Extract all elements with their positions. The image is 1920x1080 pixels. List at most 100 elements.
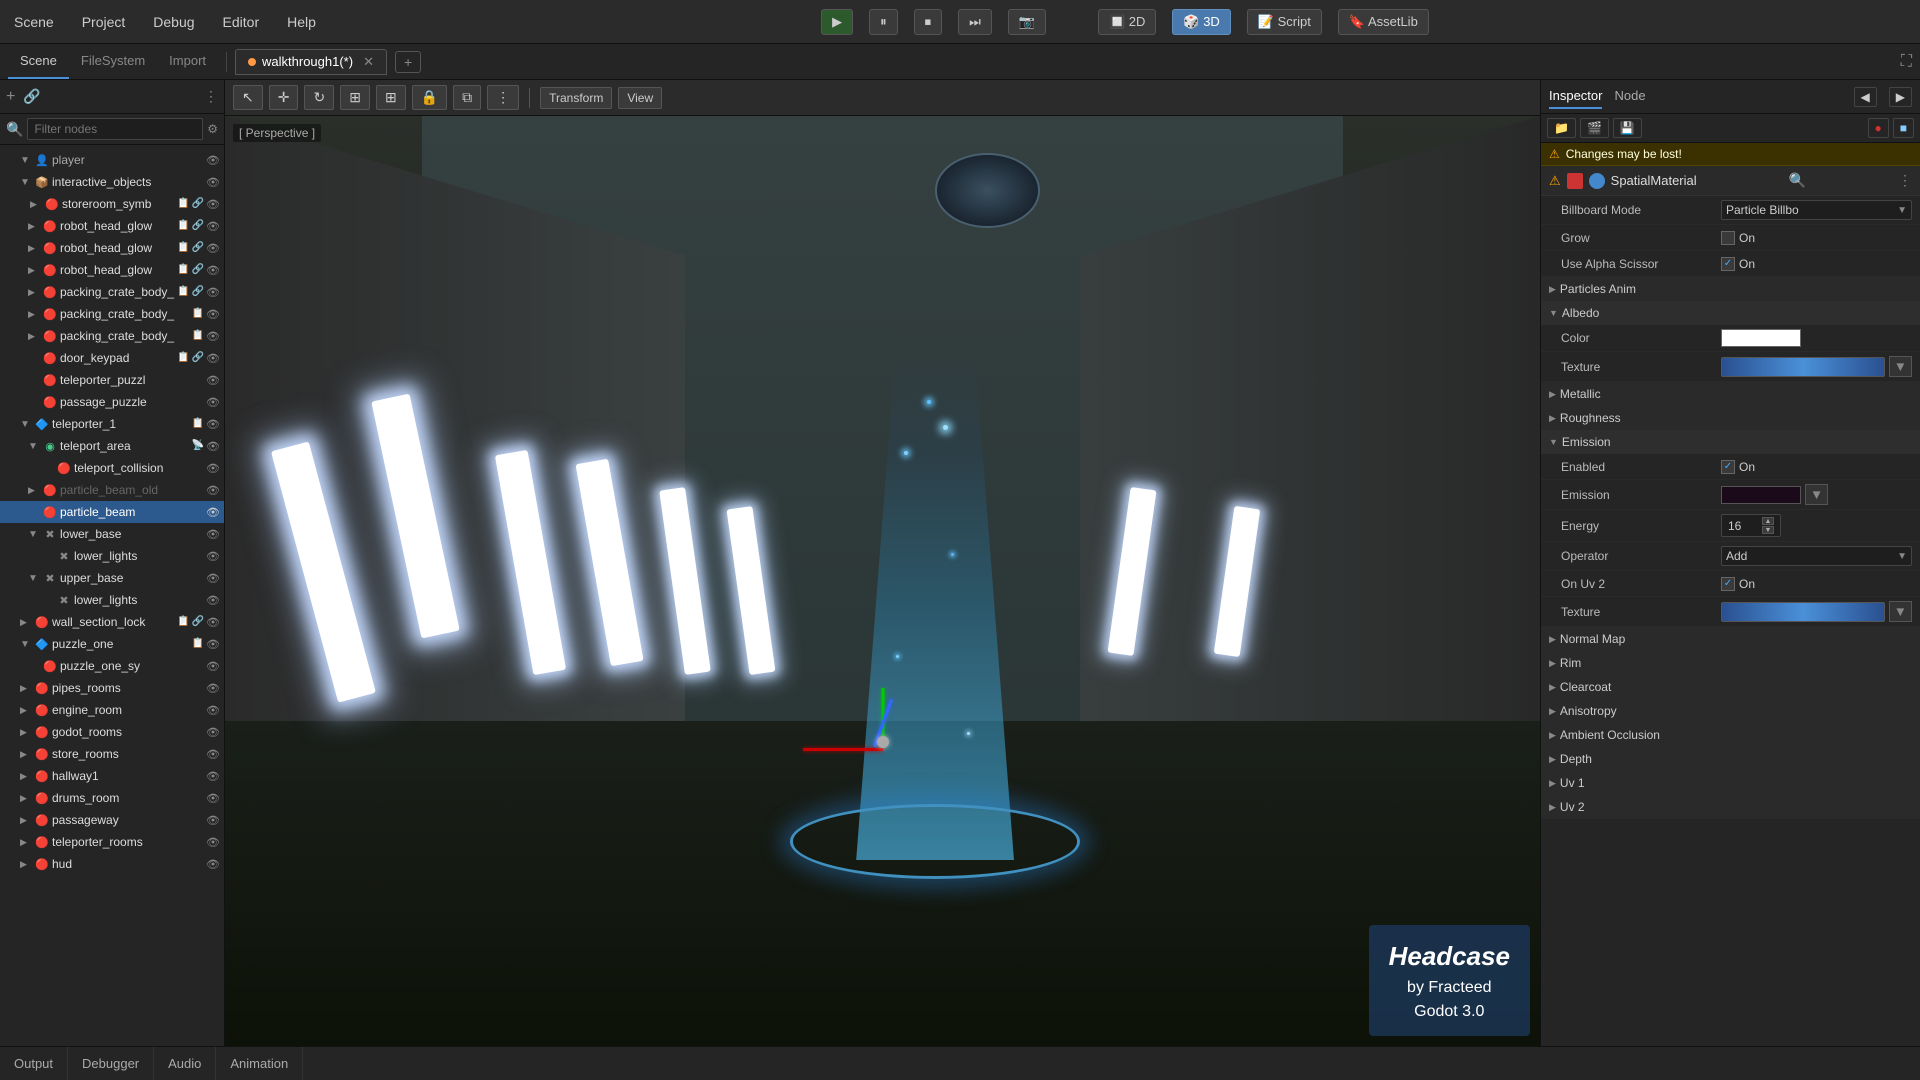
tree-item-store-rooms[interactable]: ▶ 🔴 store_rooms 👁: [0, 743, 224, 765]
menu-project[interactable]: Project: [76, 10, 132, 34]
grow-checkbox[interactable]: [1721, 231, 1735, 245]
prop-value-color[interactable]: [1721, 329, 1912, 347]
tree-item-robot-head-1[interactable]: ▶ 🔴 robot_head_glow 📋🔗👁: [0, 215, 224, 237]
enabled-checkbox[interactable]: [1721, 460, 1735, 474]
section-normal-map[interactable]: Normal Map: [1541, 627, 1920, 651]
link-node-button[interactable]: 🔗: [21, 86, 42, 107]
inspector-material-icon[interactable]: ●: [1868, 118, 1889, 138]
section-metallic[interactable]: Metallic: [1541, 382, 1920, 406]
section-particles-anim[interactable]: Particles Anim: [1541, 277, 1920, 301]
menu-editor[interactable]: Editor: [217, 10, 266, 34]
prop-value-emission-texture[interactable]: ▼: [1721, 601, 1912, 622]
tree-item-hud[interactable]: ▶ 🔴 hud 👁: [0, 853, 224, 875]
play-button[interactable]: ▶: [821, 9, 853, 35]
albedo-color-swatch[interactable]: [1721, 329, 1801, 347]
section-uv2[interactable]: Uv 2: [1541, 795, 1920, 819]
tab-inspector[interactable]: Inspector: [1549, 84, 1602, 109]
filter-options-button[interactable]: ⚙: [207, 122, 218, 136]
tab-node[interactable]: Node: [1614, 84, 1645, 109]
tree-item-player[interactable]: ▼ 👤 player 👁: [0, 149, 224, 171]
material-menu-button[interactable]: ⋮: [1898, 172, 1912, 189]
tree-item-godot-rooms[interactable]: ▶ 🔴 godot_rooms 👁: [0, 721, 224, 743]
expand-viewport-button[interactable]: ⛶: [1901, 53, 1912, 71]
bottom-tab-animation[interactable]: Animation: [216, 1047, 303, 1080]
tree-item-robot-head-2[interactable]: ▶ 🔴 robot_head_glow 📋🔗👁: [0, 237, 224, 259]
section-uv1[interactable]: Uv 1: [1541, 771, 1920, 795]
step-button[interactable]: ⏭: [958, 9, 992, 35]
prop-value-operator[interactable]: Add ▼: [1721, 546, 1912, 566]
prop-value-enabled[interactable]: On: [1721, 460, 1912, 474]
tree-item-packing-2[interactable]: ▶ 🔴 packing_crate_body_ 📋👁: [0, 303, 224, 325]
scale-tool[interactable]: ⊞: [340, 85, 370, 110]
script-button[interactable]: 📝 Script: [1247, 9, 1322, 35]
tree-item-passage-puzzle[interactable]: ▶ 🔴 passage_puzzle 👁: [0, 391, 224, 413]
prop-value-billboard[interactable]: Particle Billbo ▼: [1721, 200, 1912, 220]
bottom-tab-audio[interactable]: Audio: [154, 1047, 216, 1080]
emission-color-dropdown[interactable]: ▼: [1805, 484, 1828, 505]
menu-debug[interactable]: Debug: [147, 10, 200, 34]
tree-item-teleport-collision[interactable]: ▶ 🔴 teleport_collision 👁: [0, 457, 224, 479]
group-tool[interactable]: ⧉: [453, 85, 481, 110]
tab-import[interactable]: Import: [157, 45, 218, 79]
tree-item-lower-base[interactable]: ▼ ✖ lower_base 👁: [0, 523, 224, 545]
tree-item-door-keypad[interactable]: ▶ 🔴 door_keypad 📋🔗👁: [0, 347, 224, 369]
section-anisotropy[interactable]: Anisotropy: [1541, 699, 1920, 723]
tree-item-drums-room[interactable]: ▶ 🔴 drums_room 👁: [0, 787, 224, 809]
tree-item-lower-lights-1[interactable]: ▶ ✖ lower_lights 👁: [0, 545, 224, 567]
alpha-scissor-checkbox[interactable]: [1721, 257, 1735, 271]
section-roughness[interactable]: Roughness: [1541, 406, 1920, 430]
lock-tool[interactable]: 🔒: [412, 85, 447, 110]
albedo-texture-bar[interactable]: [1721, 357, 1885, 377]
emission-color-swatch[interactable]: [1721, 486, 1801, 504]
more-tool[interactable]: ⋮: [487, 85, 519, 110]
menu-help[interactable]: Help: [281, 10, 322, 34]
energy-spinner[interactable]: ▲ ▼: [1762, 517, 1774, 534]
prop-value-emission-color[interactable]: ▼: [1721, 484, 1912, 505]
add-node-button[interactable]: +: [4, 86, 17, 108]
viewport-canvas[interactable]: [ Perspective ] Headcase by FracteedGodo…: [225, 116, 1540, 1046]
tree-item-pipes-rooms[interactable]: ▶ 🔴 pipes_rooms 👁: [0, 677, 224, 699]
inspector-node-icon[interactable]: ■: [1893, 118, 1914, 138]
emission-header[interactable]: Emission: [1541, 430, 1920, 454]
tree-item-engine-room[interactable]: ▶ 🔴 engine_room 👁: [0, 699, 224, 721]
billboard-dropdown[interactable]: Particle Billbo ▼: [1721, 200, 1912, 220]
material-search-button[interactable]: 🔍: [1789, 172, 1806, 189]
3d-button[interactable]: 🎲 3D: [1172, 9, 1230, 35]
tree-item-wall-section-lock[interactable]: ▶ 🔴 wall_section_lock 📋🔗👁: [0, 611, 224, 633]
inspector-file-button[interactable]: 📁: [1547, 118, 1576, 138]
tree-item-robot-head-3[interactable]: ▶ 🔴 robot_head_glow 📋🔗👁: [0, 259, 224, 281]
section-rim[interactable]: Rim: [1541, 651, 1920, 675]
tree-item-packing-3[interactable]: ▶ 🔴 packing_crate_body_ 📋👁: [0, 325, 224, 347]
transform-button[interactable]: Transform: [540, 87, 612, 109]
move-tool[interactable]: ✛: [269, 85, 299, 110]
tab-scene-left[interactable]: Scene: [8, 45, 69, 79]
inspector-back-button[interactable]: ◀: [1854, 87, 1877, 107]
editor-tab-walkthrough[interactable]: walkthrough1(*) ✕: [235, 49, 387, 75]
tree-item-packing-1[interactable]: ▶ 🔴 packing_crate_body_ 📋🔗👁: [0, 281, 224, 303]
camera-button[interactable]: 📷: [1008, 9, 1046, 35]
emission-texture-dropdown[interactable]: ▼: [1889, 601, 1912, 622]
scene-menu-button[interactable]: ⋮: [202, 86, 220, 107]
select-tool[interactable]: ↖: [233, 85, 263, 110]
operator-dropdown[interactable]: Add ▼: [1721, 546, 1912, 566]
bottom-tab-debugger[interactable]: Debugger: [68, 1047, 154, 1080]
energy-down[interactable]: ▼: [1762, 526, 1774, 534]
tree-item-interactive-objects[interactable]: ▼ 📦 interactive_objects 👁: [0, 171, 224, 193]
section-clearcoat[interactable]: Clearcoat: [1541, 675, 1920, 699]
pause-button[interactable]: ⏸: [869, 9, 898, 35]
energy-input[interactable]: 16 ▲ ▼: [1721, 514, 1781, 537]
prop-value-albedo-texture[interactable]: ▼: [1721, 356, 1912, 377]
assetlib-button[interactable]: 🔖 AssetLib: [1338, 9, 1429, 35]
new-tab-button[interactable]: +: [395, 51, 421, 73]
tree-item-storeroom-symb[interactable]: ▶ 🔴 storeroom_symb 📋 🔗 👁: [0, 193, 224, 215]
view-button[interactable]: View: [618, 87, 662, 109]
tree-item-puzzle-one[interactable]: ▼ 🔷 puzzle_one 📋👁: [0, 633, 224, 655]
tree-item-teleport-area[interactable]: ▼ ◉ teleport_area 📡👁: [0, 435, 224, 457]
tree-item-lower-lights-2[interactable]: ▶ ✖ lower_lights 👁: [0, 589, 224, 611]
albedo-texture-dropdown[interactable]: ▼: [1889, 356, 1912, 377]
inspector-save-button[interactable]: 💾: [1613, 118, 1642, 138]
tree-item-passageway[interactable]: ▶ 🔴 passageway 👁: [0, 809, 224, 831]
tree-item-teleporter-rooms[interactable]: ▶ 🔴 teleporter_rooms 👁: [0, 831, 224, 853]
prop-value-grow[interactable]: On: [1721, 231, 1912, 245]
stop-button[interactable]: ⏹: [914, 9, 943, 35]
